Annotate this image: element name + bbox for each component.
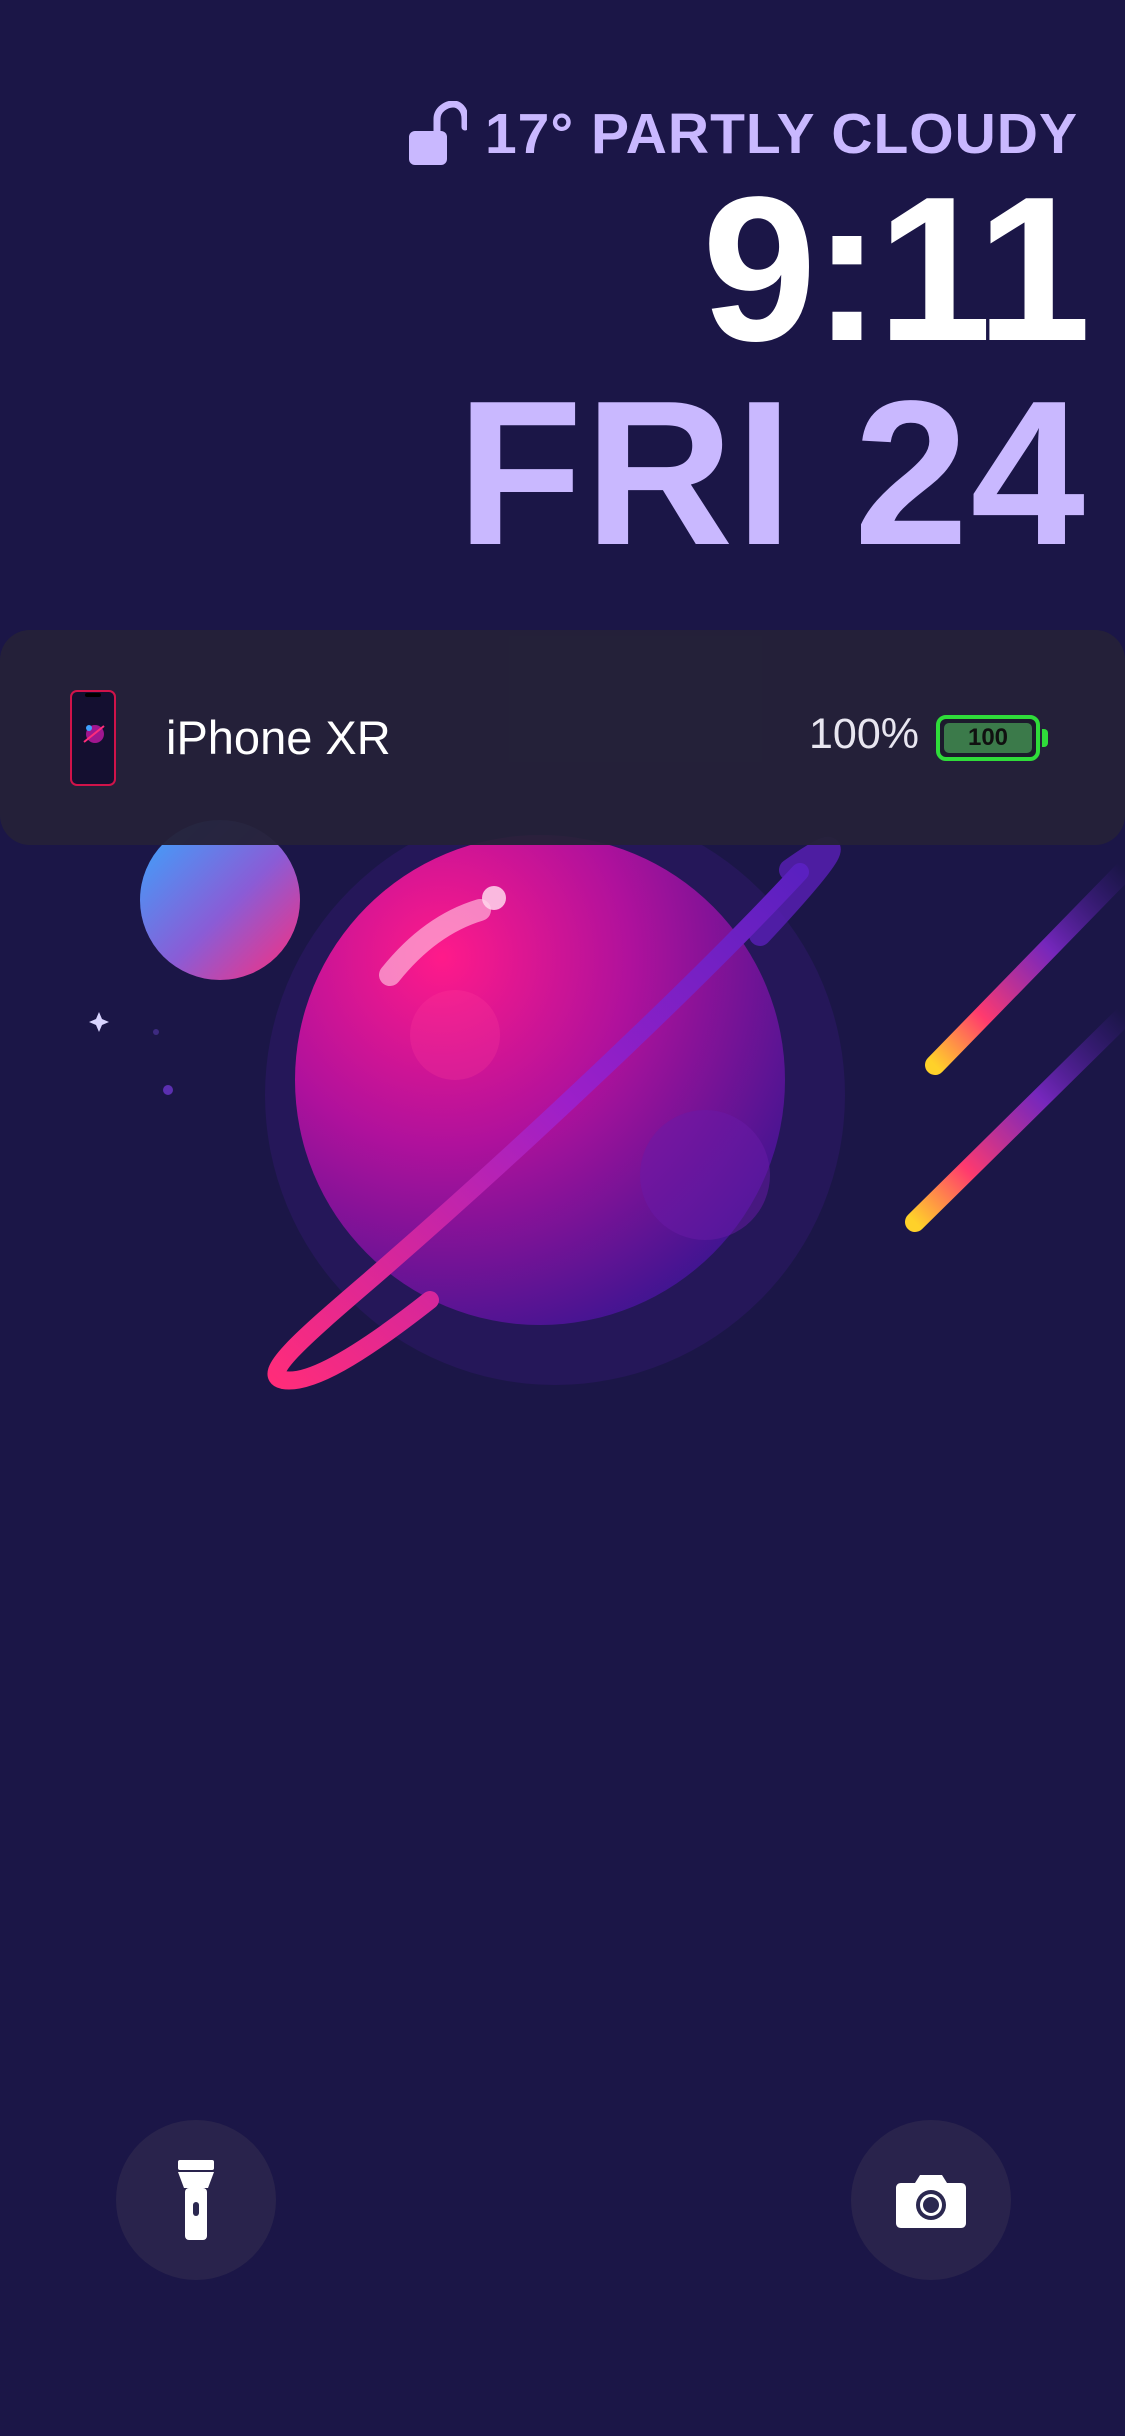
battery-icon: 100 — [936, 715, 1048, 761]
flashlight-button[interactable] — [116, 2120, 276, 2280]
ringed-planet — [295, 835, 785, 1325]
battery-widget[interactable]: iPhone XR 100% 100 — [0, 630, 1125, 845]
camera-button[interactable] — [851, 2120, 1011, 2280]
clock-date: FRI 24 — [456, 358, 1087, 588]
iphone-icon — [70, 690, 116, 786]
device-name: iPhone XR — [166, 711, 391, 764]
camera-icon — [896, 2175, 966, 2228]
unlocked-padlock-icon — [408, 101, 467, 165]
clock-time: 9:11 — [702, 154, 1091, 384]
battery-nub — [1042, 729, 1048, 747]
flashlight-icon — [178, 2160, 214, 2240]
battery-percent: 100% — [809, 710, 919, 758]
battery-icon-label: 100 — [967, 724, 1009, 751]
